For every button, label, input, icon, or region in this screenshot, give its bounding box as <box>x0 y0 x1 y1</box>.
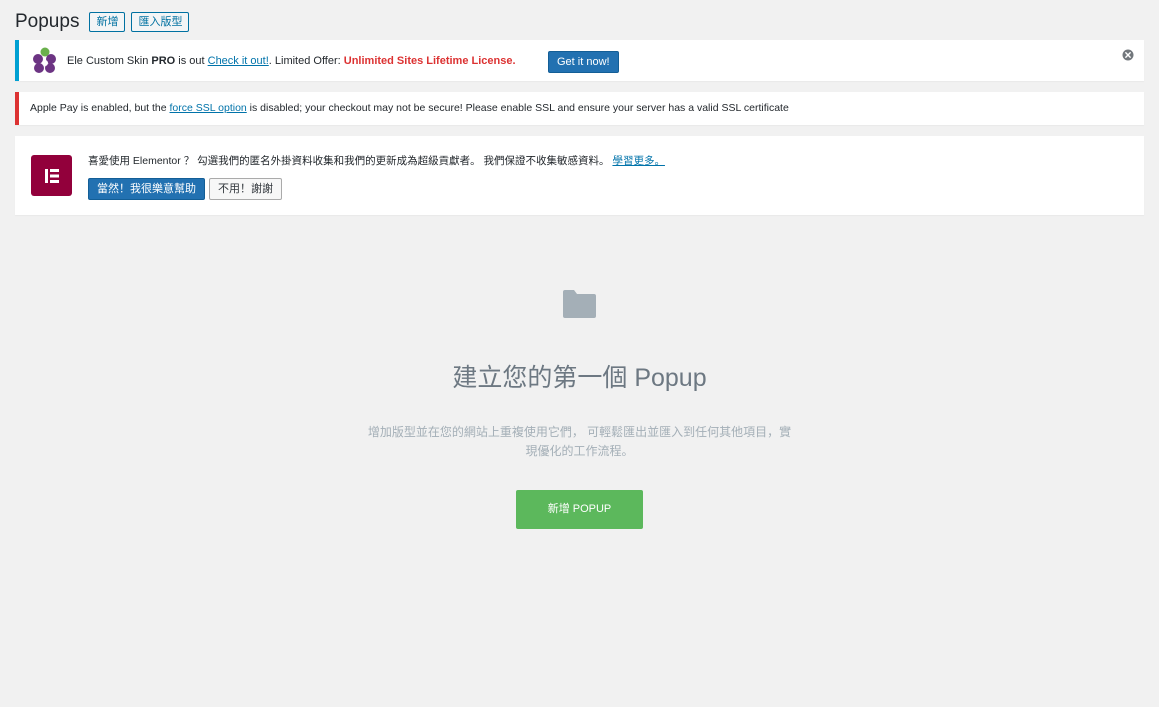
folder-icon <box>563 290 596 318</box>
ecs-notice-text: Ele Custom Skin PRO is out Check it out!… <box>67 54 516 68</box>
applepay-notice-text: Apple Pay is enabled, but the force SSL … <box>30 102 789 115</box>
page-title: Popups <box>15 11 80 32</box>
circle-x-icon[interactable] <box>1122 49 1134 61</box>
check-it-out-link[interactable]: Check it out! <box>208 55 269 67</box>
get-it-now-button[interactable]: Get it now! <box>548 51 619 73</box>
ecs-offer-text: Unlimited Sites Lifetime License. <box>343 55 516 67</box>
optin-accept-button[interactable]: 當然！我很樂意幫助 <box>88 178 205 200</box>
ecs-text-is-out: is out <box>175 55 208 67</box>
force-ssl-option-link[interactable]: force SSL option <box>170 102 247 114</box>
add-new-button[interactable]: 新增 <box>89 12 126 32</box>
ecs-text-limited: . Limited Offer: <box>268 55 344 67</box>
elementor-optin-message: 喜愛使用 Elementor ？ 勾選我們的匿名外掛資料收集和我們的更新成為超級… <box>88 154 665 168</box>
ecs-pro-label: PRO <box>151 55 176 67</box>
add-new-popup-button[interactable]: 新增 POPUP <box>516 490 643 529</box>
empty-state-description: 增加版型並在您的網站上重複使用它們， 可輕鬆匯出並匯入到任何其他項目，實現優化的… <box>367 425 792 458</box>
learn-more-link[interactable]: 學習更多。 <box>612 155 665 167</box>
ecs-promo-notice: Ele Custom Skin PRO is out Check it out!… <box>15 40 1144 81</box>
optin-decline-button[interactable]: 不用！謝謝 <box>209 178 282 200</box>
applepay-text-after: is disabled; your checkout may not be se… <box>246 102 789 114</box>
elementor-logo-icon <box>31 155 72 196</box>
elementor-message-text: 喜愛使用 Elementor ？ 勾選我們的匿名外掛資料收集和我們的更新成為超級… <box>88 155 613 167</box>
ele-custom-skin-logo-icon <box>33 47 56 73</box>
applepay-ssl-notice: Apple Pay is enabled, but the force SSL … <box>15 92 1144 125</box>
applepay-text-before: Apple Pay is enabled, but the <box>30 102 170 114</box>
import-templates-button[interactable]: 匯入版型 <box>131 12 190 32</box>
elementor-optin-notice: 喜愛使用 Elementor ？ 勾選我們的匿名外掛資料收集和我們的更新成為超級… <box>15 136 1144 215</box>
ecs-text-prefix: Ele Custom Skin <box>67 55 152 67</box>
empty-state-title: 建立您的第一個 Popup <box>452 364 707 392</box>
page-header: Popups 新增 匯入版型 <box>15 10 190 34</box>
